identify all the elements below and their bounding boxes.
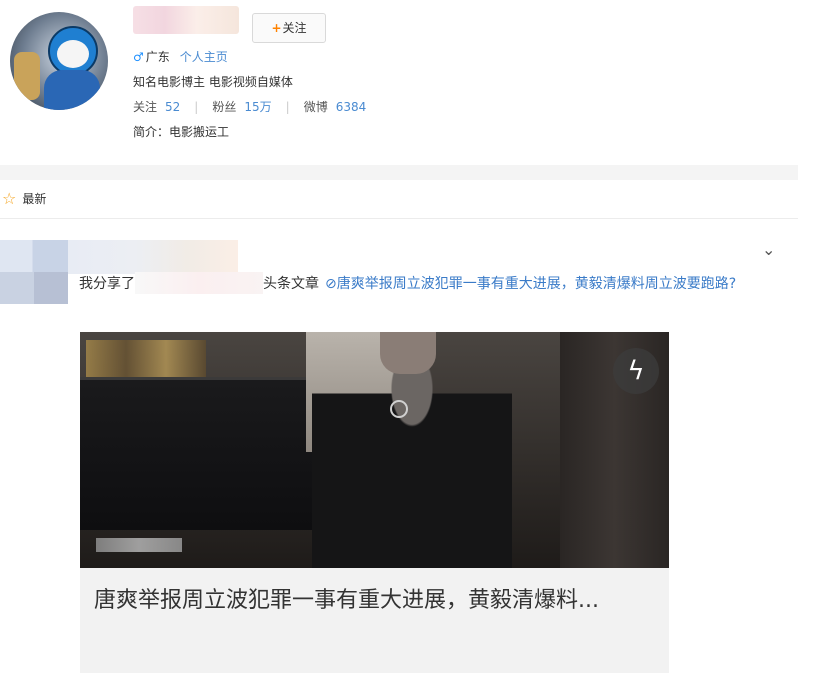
tab-newest[interactable]: ☆ 最新 — [0, 184, 46, 212]
section-divider — [0, 165, 798, 180]
divider — [0, 218, 798, 219]
flash-icon[interactable]: ϟ — [613, 348, 659, 394]
profile-stats: 关注 52 | 粉丝 15万 | 微博 6384 — [133, 100, 367, 114]
stat-follow[interactable]: 关注 52 — [133, 100, 180, 114]
article-cover-image[interactable]: ϟ — [80, 332, 669, 568]
profile-avatar[interactable] — [10, 12, 108, 110]
location-text: 广东 — [145, 50, 170, 64]
article-card-title[interactable]: 唐爽举报周立波犯罪一事有重大进展，黄毅清爆料... — [94, 584, 654, 617]
cover-person — [312, 344, 512, 568]
post-author-avatar[interactable] — [0, 240, 68, 304]
share-prefix: 我分享了 — [79, 276, 135, 292]
link-icon: ⊘ — [325, 276, 337, 292]
cover-piano — [80, 377, 312, 530]
article-card[interactable]: ϟ 唐爽举报周立波犯罪一事有重大进展，黄毅清爆料... — [80, 332, 669, 673]
blurred-username — [133, 6, 239, 34]
post-text: 我分享了 头条文章 ⊘唐爽举报周立波犯罪一事有重大进展，黄毅清爆料周立波要跑路? — [79, 272, 769, 297]
male-icon: ♂ — [133, 50, 144, 64]
cover-pendant — [390, 400, 408, 418]
cover-person-face — [380, 332, 436, 374]
homepage-link[interactable]: 个人主页 — [180, 50, 228, 64]
article-link[interactable]: 唐爽举报周立波犯罪一事有重大进展，黄毅清爆料周立波要跑路? — [337, 276, 736, 292]
chevron-down-icon[interactable]: ⌄ — [762, 240, 775, 259]
tab-newest-label: 最新 — [22, 191, 47, 206]
blurred-author-mention — [135, 272, 263, 294]
plus-icon: + — [271, 21, 282, 35]
share-type: 头条文章 — [263, 276, 319, 292]
avatar-doraemon-body — [44, 70, 100, 110]
location-row: ♂ 广东 个人主页 — [133, 48, 228, 65]
stat-fans[interactable]: 粉丝 15万 — [212, 100, 271, 114]
cover-watermark — [96, 538, 182, 552]
avatar-doraemon-head — [48, 26, 98, 76]
profile-description: 知名电影博主 电影视频自媒体 — [133, 75, 293, 89]
follow-button[interactable]: +关注 — [252, 13, 326, 43]
avatar-doll-left — [14, 52, 40, 100]
stat-weibo[interactable]: 微博 6384 — [304, 100, 367, 114]
star-icon: ☆ — [2, 188, 17, 208]
blurred-post-author — [68, 240, 238, 274]
profile-bio: 简介：电影搬运工 — [133, 125, 230, 139]
follow-label: 关注 — [282, 21, 307, 35]
cover-photo-frames — [86, 340, 206, 380]
